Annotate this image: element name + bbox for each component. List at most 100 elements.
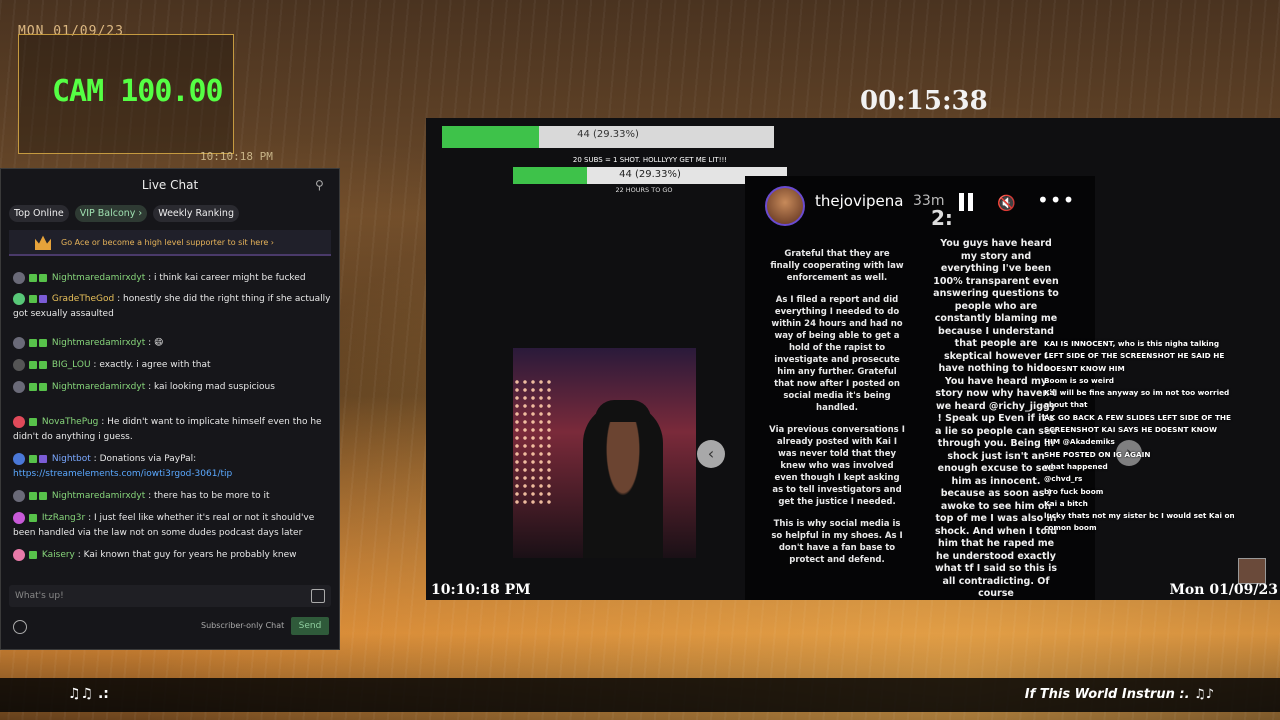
avatar[interactable] — [13, 489, 25, 502]
sub-badge-icon — [29, 382, 37, 391]
pause-icon[interactable] — [959, 193, 973, 211]
more-options-icon[interactable]: ••• — [1037, 188, 1075, 212]
avatar[interactable] — [13, 452, 25, 465]
tab-weekly-ranking[interactable]: Weekly Ranking — [153, 205, 239, 222]
avatar[interactable] — [13, 548, 25, 561]
list-item: GradeTheGod : honestly she did the right… — [13, 292, 331, 319]
sub-badge-icon — [29, 417, 37, 426]
overlay-chat-line: Kai a bitch — [1044, 498, 1088, 508]
sub-badge-icon — [29, 454, 37, 463]
avatar[interactable] — [13, 415, 25, 428]
avatar[interactable] — [13, 336, 25, 349]
overlay-chat-line: HIM @Akademiks — [1044, 437, 1115, 447]
streamer-figure — [583, 403, 663, 558]
live-chat-panel: Live Chat ⚲ Top Online VIP Balcony › Wee… — [0, 168, 340, 650]
list-item: Nightmaredamirxdyt : i think kai career … — [13, 271, 331, 286]
mute-icon[interactable]: 🔇 — [997, 194, 1016, 212]
story-handle[interactable]: thejovipena — [815, 192, 903, 210]
vip-badge-icon — [39, 454, 47, 463]
avatar[interactable] — [13, 292, 25, 305]
chat-text: kai looking mad suspicious — [154, 382, 275, 392]
avatar[interactable] — [13, 358, 25, 371]
list-item: NovaThePug : He didn't want to implicate… — [13, 415, 322, 442]
story-paragraph: Grateful that they are finally cooperati… — [770, 249, 904, 283]
chat-username[interactable]: Nightmaredamirxdyt — [52, 338, 145, 348]
avatar[interactable] — [13, 380, 25, 393]
vip-promo-banner[interactable]: Go Ace or become a high level supporter … — [9, 230, 331, 256]
overlay-chat-line: AK GO BACK A FEW SLIDES LEFT SIDE OF THE — [1044, 412, 1232, 422]
goal-bar-top: 44 (29.33%) — [442, 126, 774, 148]
chat-username[interactable]: Nightmaredamirxdyt — [52, 491, 145, 501]
overlay-chat-line: SCREENSHOT KAI SAYS HE DOESNT KNOW — [1044, 425, 1217, 435]
story-text-col2: You guys have heard my story and everyth… — [933, 238, 1059, 599]
story-text-col1: Grateful that they are finally cooperati… — [769, 248, 905, 576]
chat-text: i think kai career might be fucked — [154, 273, 306, 283]
sub-badge-icon — [29, 491, 37, 500]
avatar[interactable] — [765, 186, 805, 226]
list-item: ItzRang3r : I just feel like whether it'… — [13, 511, 315, 538]
donation-link[interactable]: https://streamelements.com/iowti3rgod-30… — [13, 469, 232, 479]
overlay-chat-line: bro fuck boom — [1044, 486, 1104, 496]
sub-badge-icon — [39, 273, 47, 282]
chat-message-list[interactable]: Nightmaredamirxdyt : i think kai career … — [1, 261, 339, 561]
cap — [595, 400, 651, 422]
chat-tabs: Top Online VIP Balcony › Weekly Ranking — [1, 201, 339, 226]
avatar[interactable] — [13, 511, 25, 524]
overlay-chat-line: Boom is so weird — [1044, 375, 1115, 385]
overlay-chat-line: lucky thats not my sister bc I would set… — [1044, 511, 1234, 521]
chat-username[interactable]: Nightbot — [52, 454, 91, 464]
overlay-chat-line: @chvd_rs — [1044, 474, 1083, 484]
goal-bar-top-label: 44 (29.33%) — [577, 129, 639, 140]
overlay-chat-line: about that — [1044, 400, 1088, 410]
sub-badge-icon — [29, 273, 37, 282]
chat-username[interactable]: Nightmaredamirxdyt — [52, 382, 145, 392]
send-button[interactable]: Send — [291, 617, 329, 635]
story-paragraph: This is why social media is so helpful i… — [771, 519, 903, 565]
subscriber-only-label: Subscriber-only Chat — [201, 621, 285, 630]
cam-time: 10:10:18 PM — [200, 150, 273, 163]
chat-input-placeholder: What's up! — [15, 591, 64, 601]
chat-settings-icon[interactable] — [13, 620, 27, 634]
list-item: Nightmaredamirxdyt : there has to be mor… — [13, 489, 331, 504]
hours-to-go: 22 HOURS TO GO — [615, 186, 673, 194]
avatar[interactable] — [13, 271, 25, 284]
overlay-date: Mon 01/09/23 — [1169, 582, 1278, 598]
page-marker: 2: — [931, 206, 953, 230]
avatar — [1238, 558, 1266, 584]
overlay-clock: 10:10:18 PM — [431, 582, 531, 598]
sub-badge-icon — [39, 338, 47, 347]
music-notes-icon: ♫♫ .: — [68, 686, 109, 702]
user-settings-icon[interactable]: ⚲ — [315, 178, 329, 192]
chat-title: Live Chat — [141, 178, 199, 192]
string-lights — [513, 378, 553, 508]
chat-username[interactable]: BIG_LOU — [52, 360, 91, 370]
overlay-chat-line: SHE POSTED ON IG AGAIN — [1044, 449, 1151, 459]
list-item: Nightbot : Donations via PayPal: https:/… — [13, 452, 233, 479]
crown-icon — [35, 235, 51, 250]
chat-footer: Subscriber-only Chat Send — [1, 615, 339, 639]
chat-username[interactable]: Nightmaredamirxdyt — [52, 273, 145, 283]
vip-badge-icon — [39, 294, 47, 303]
previous-slide-button[interactable]: ‹ — [697, 440, 725, 468]
stream-timer: 00:15:38 — [860, 86, 988, 116]
overlay-chat-line: what happened — [1044, 461, 1108, 471]
overlay-chat-line: DOESNT KNOW HIM — [1044, 363, 1125, 373]
overlay-chat-line: LEFT SIDE OF THE SCREENSHOT HE SAID HE — [1044, 351, 1225, 361]
tab-vip-balcony[interactable]: VIP Balcony › — [74, 205, 148, 222]
sub-goal-text: 20 SUBS = 1 SHOT. HOLLLYYY GET ME LIT!!! — [572, 156, 728, 164]
tab-top-online[interactable]: Top Online — [9, 205, 69, 222]
chat-input[interactable]: What's up! — [9, 585, 331, 607]
sub-badge-icon — [29, 338, 37, 347]
list-item: Nightmaredamirxdyt : 😄 — [13, 336, 331, 351]
overlay-chat-line: Kai will be fine anyway so im not too wo… — [1044, 388, 1230, 398]
chat-username[interactable]: GradeTheGod — [52, 294, 114, 304]
chat-username[interactable]: Kaisery — [42, 550, 75, 560]
cam-label: CAM 100.00 — [52, 74, 224, 109]
now-playing-song: If This World Instrun :. ♫♪ — [1024, 687, 1214, 702]
chat-text: Kai known that guy for years he probably… — [83, 550, 297, 560]
chat-username[interactable]: NovaThePug — [42, 417, 99, 427]
chat-username[interactable]: ItzRang3r — [42, 513, 85, 523]
sub-badge-icon — [39, 491, 47, 500]
chat-text: Donations via PayPal: — [99, 454, 197, 464]
gift-icon[interactable] — [311, 589, 325, 603]
